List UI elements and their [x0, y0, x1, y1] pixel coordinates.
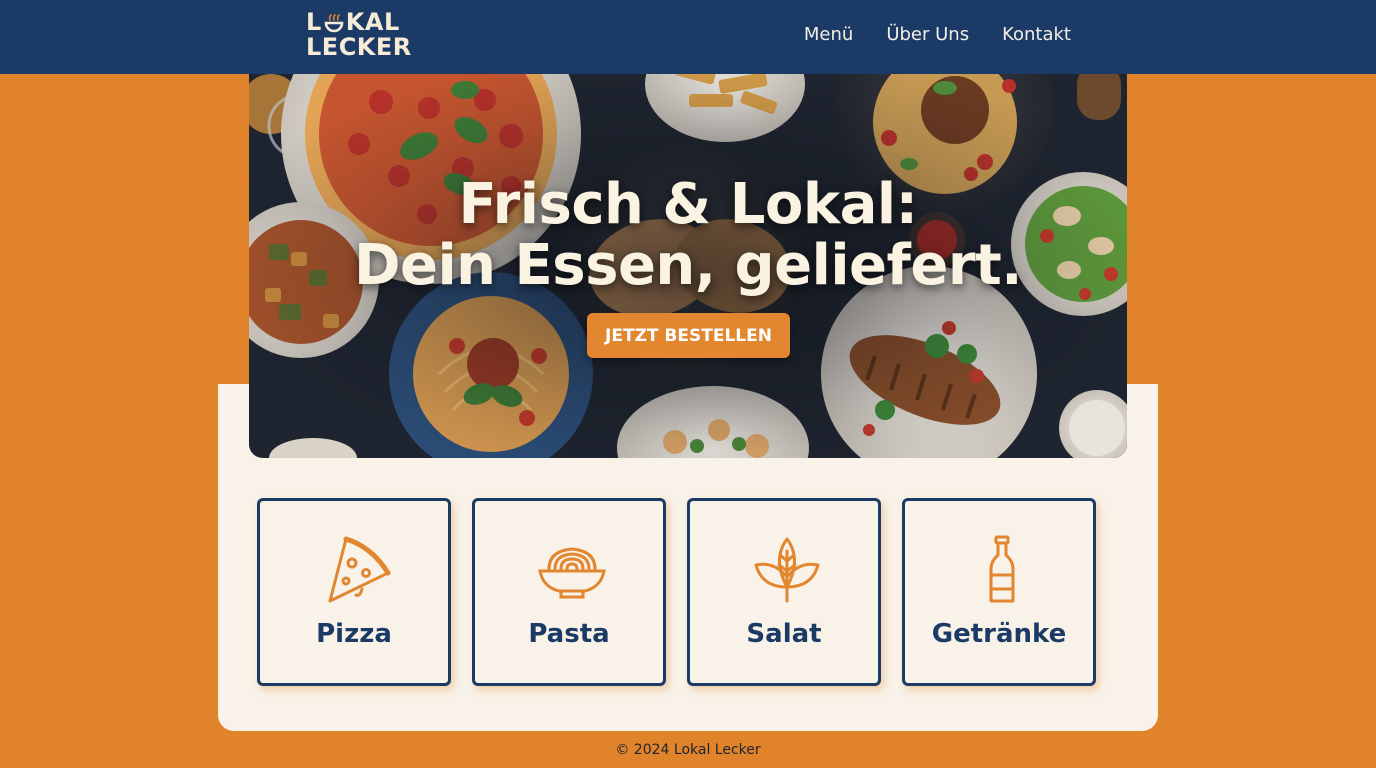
- pizza-slice-icon: [328, 536, 391, 603]
- hero-headline: Frisch & Lokal: Dein Essen, geliefert.: [249, 174, 1127, 296]
- hero-banner: Frisch & Lokal: Dein Essen, geliefert. J…: [249, 74, 1127, 458]
- pasta-bowl-icon: [538, 547, 606, 599]
- main-nav: Menü Über Uns Kontakt: [804, 24, 1071, 45]
- category-grid: Pizza Pasta Salat Getränke: [257, 498, 1096, 686]
- logo-line-2: LECKER: [306, 33, 412, 61]
- category-label-drinks: Getränke: [931, 619, 1067, 649]
- category-label-pasta: Pasta: [528, 619, 610, 649]
- logo[interactable]: L KAL LECKER: [306, 10, 412, 60]
- nav-link-about[interactable]: Über Uns: [886, 24, 969, 45]
- category-card-drinks[interactable]: Getränke: [902, 498, 1096, 686]
- category-label-salad: Salat: [746, 619, 822, 649]
- footer-copyright: © 2024 Lokal Lecker: [615, 742, 761, 758]
- logo-letter-l: L: [306, 8, 322, 36]
- logo-letters-kal: KAL: [345, 8, 400, 36]
- site-header: L KAL LECKER Menü Über Uns Kontakt: [0, 0, 1376, 74]
- category-card-salad[interactable]: Salat: [687, 498, 881, 686]
- logo-line-1: L KAL: [306, 10, 412, 35]
- leaf-icon: [754, 537, 820, 603]
- nav-link-menu[interactable]: Menü: [804, 24, 853, 45]
- bottle-icon: [989, 535, 1015, 603]
- hero-headline-line-1: Frisch & Lokal:: [458, 172, 918, 237]
- category-label-pizza: Pizza: [316, 619, 392, 649]
- order-now-button[interactable]: JETZT BESTELLEN: [587, 313, 790, 358]
- bowl-logo-icon: [324, 14, 344, 33]
- hero-headline-line-2: Dein Essen, geliefert.: [354, 233, 1023, 298]
- nav-link-contact[interactable]: Kontakt: [1002, 24, 1071, 45]
- category-card-pizza[interactable]: Pizza: [257, 498, 451, 686]
- category-card-pasta[interactable]: Pasta: [472, 498, 666, 686]
